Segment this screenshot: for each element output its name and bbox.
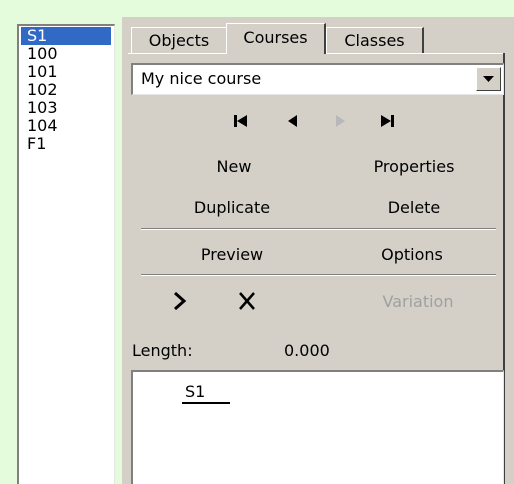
course-canvas[interactable]: S1	[131, 370, 504, 484]
previous-icon[interactable]	[286, 114, 298, 128]
first-icon[interactable]	[234, 114, 248, 128]
list-item[interactable]: 102	[21, 81, 111, 99]
tab-courses[interactable]: Courses	[226, 23, 326, 54]
list-item[interactable]: 101	[21, 63, 111, 81]
separator	[141, 228, 496, 230]
course-select-value: My nice course	[141, 69, 262, 88]
new-button[interactable]: New	[206, 157, 262, 176]
duplicate-button[interactable]: Duplicate	[182, 198, 282, 217]
tab-classes[interactable]: Classes	[326, 27, 424, 53]
properties-button[interactable]: Properties	[363, 157, 465, 176]
length-value: 0.000	[284, 341, 330, 360]
course-select[interactable]: My nice course	[131, 63, 504, 95]
length-label: Length:	[132, 341, 193, 360]
next-icon[interactable]	[335, 114, 347, 128]
preview-button[interactable]: Preview	[190, 245, 274, 264]
chevron-down-icon	[483, 76, 494, 82]
list-item[interactable]: F1	[21, 135, 111, 153]
dropdown-button[interactable]	[476, 67, 501, 91]
last-icon[interactable]	[380, 114, 394, 128]
tab-objects[interactable]: Objects	[131, 27, 227, 53]
list-item[interactable]: S1	[21, 27, 111, 45]
delete-button[interactable]: Delete	[374, 198, 454, 217]
courses-panel: Objects Courses Classes My nice course N…	[122, 17, 514, 484]
list-item[interactable]: 103	[21, 99, 111, 117]
close-icon[interactable]	[238, 292, 256, 310]
control-underline	[182, 402, 230, 404]
options-button[interactable]: Options	[370, 245, 454, 264]
separator	[141, 274, 496, 276]
list-item[interactable]: 100	[21, 45, 111, 63]
variation-button[interactable]: Variation	[370, 292, 466, 311]
canvas-control-label[interactable]: S1	[185, 382, 205, 401]
control-list[interactable]: S1 100 101 102 103 104 F1	[17, 24, 115, 484]
chevron-right-icon[interactable]	[173, 292, 187, 310]
list-item[interactable]: 104	[21, 117, 111, 135]
